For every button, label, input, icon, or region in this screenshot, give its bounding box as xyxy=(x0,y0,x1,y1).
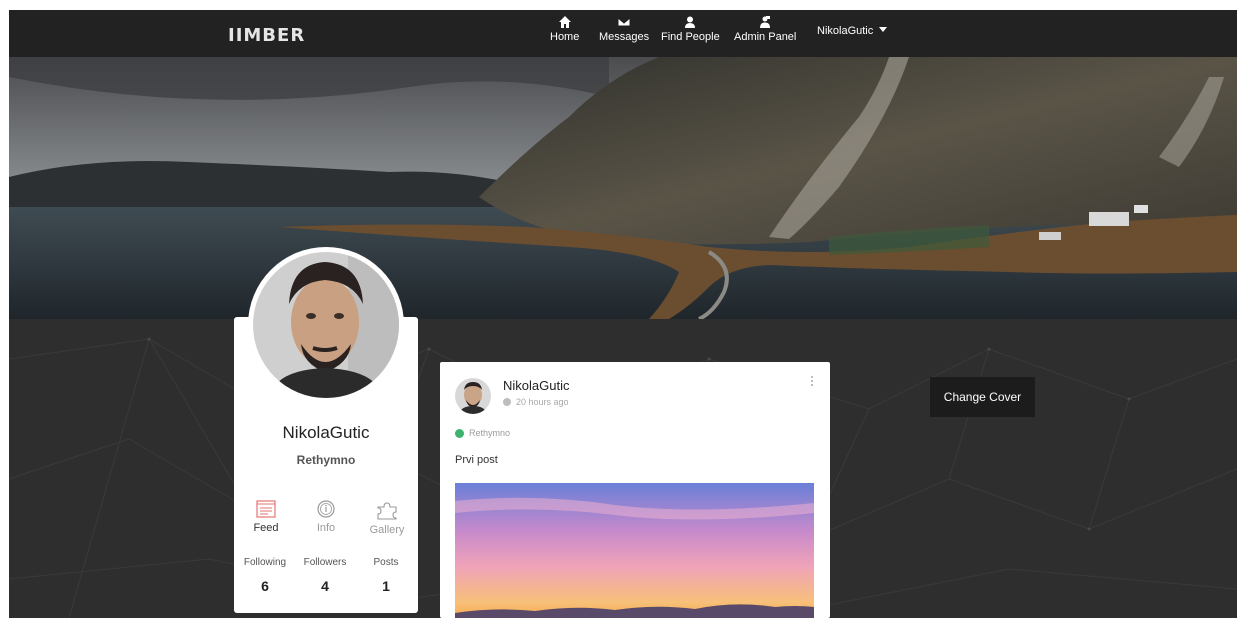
sunset-image xyxy=(455,483,814,618)
user-menu[interactable]: NikolaGutic xyxy=(817,25,888,37)
user-menu-name: NikolaGutic xyxy=(817,25,874,37)
stat-posts-value[interactable]: 1 xyxy=(356,578,416,594)
change-cover-button[interactable]: Change Cover xyxy=(930,377,1035,417)
post-author-avatar[interactable] xyxy=(455,378,491,414)
post-options-icon[interactable] xyxy=(810,376,814,390)
post-timestamp: 20 hours ago xyxy=(503,397,569,407)
admin-icon xyxy=(760,16,771,28)
tab-info-label: Info xyxy=(316,522,336,534)
feed-icon xyxy=(256,500,276,518)
nav-find-people[interactable]: Find People xyxy=(661,16,720,43)
top-navbar: IIMBER Home Messages Find People Admin P… xyxy=(9,10,1237,57)
puzzle-icon xyxy=(377,502,397,520)
stat-following-value[interactable]: 6 xyxy=(235,578,295,594)
envelope-icon xyxy=(618,17,631,27)
post-location-text: Rethymno xyxy=(469,428,511,438)
stat-followers-value[interactable]: 4 xyxy=(295,578,355,594)
post-location: Rethymno xyxy=(455,428,510,438)
post-image[interactable] xyxy=(455,483,814,618)
tab-feed[interactable]: Feed xyxy=(241,500,291,534)
profile-photo xyxy=(253,252,399,398)
nav-messages-label: Messages xyxy=(599,31,650,43)
tab-feed-label: Feed xyxy=(253,522,279,534)
nav-admin-panel[interactable]: Admin Panel xyxy=(734,16,796,43)
avatar-photo xyxy=(455,378,491,414)
nav-admin-panel-label: Admin Panel xyxy=(734,31,797,43)
logo[interactable]: IIMBER xyxy=(228,25,305,46)
post-time-text: 20 hours ago xyxy=(516,397,569,407)
profile-location: Rethymno xyxy=(296,453,356,467)
clock-icon xyxy=(503,398,511,406)
stat-following-label: Following xyxy=(243,557,287,568)
nav-home[interactable]: Home xyxy=(550,16,579,43)
nav-find-people-label: Find People xyxy=(661,31,720,43)
stat-followers-label: Followers xyxy=(303,557,347,568)
post-card: NikolaGutic 20 hours ago Rethymno Prvi p… xyxy=(440,362,830,618)
chevron-down-icon xyxy=(879,26,888,32)
app-frame: IIMBER Home Messages Find People Admin P… xyxy=(9,10,1237,618)
cover-image xyxy=(9,57,1237,319)
home-icon xyxy=(558,16,571,28)
tab-info[interactable]: Info xyxy=(301,500,351,534)
post-text: Prvi post xyxy=(455,454,498,466)
profile-avatar[interactable] xyxy=(253,252,399,398)
tab-gallery[interactable]: Gallery xyxy=(362,500,412,536)
nav-messages[interactable]: Messages xyxy=(599,16,649,43)
user-icon xyxy=(685,16,696,28)
post-author-name[interactable]: NikolaGutic xyxy=(503,378,569,393)
nav-home-label: Home xyxy=(550,31,580,43)
stat-posts-label: Posts xyxy=(373,557,399,568)
location-check-icon xyxy=(455,428,464,438)
profile-name: NikolaGutic xyxy=(282,423,370,442)
tab-gallery-label: Gallery xyxy=(369,524,405,536)
mountain-landscape-image xyxy=(9,57,1237,319)
info-icon xyxy=(317,500,335,518)
